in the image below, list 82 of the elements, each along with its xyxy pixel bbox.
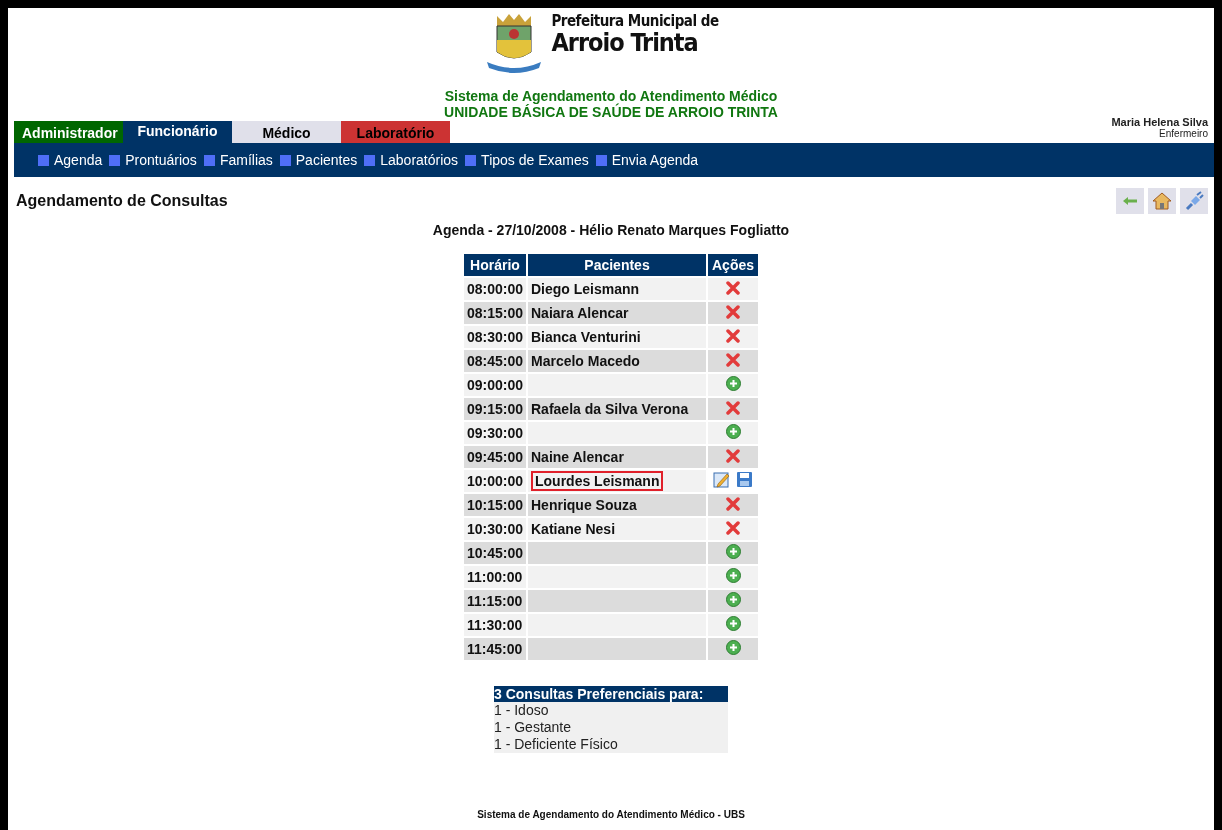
delete-icon[interactable] <box>726 448 740 463</box>
unit-title: UNIDADE BÁSICA DE SAÚDE DE ARROIO TRINTA <box>444 104 778 120</box>
org-name: Prefeitura Municipal de <box>551 12 719 30</box>
plug-button[interactable] <box>1180 188 1208 214</box>
time-cell: 10:45:00 <box>463 542 526 564</box>
role-tab[interactable]: Médico <box>232 121 341 143</box>
delete-icon[interactable] <box>726 304 740 319</box>
time-cell: 11:15:00 <box>463 590 526 612</box>
time-cell: 08:45:00 <box>463 350 526 372</box>
time-cell: 11:00:00 <box>463 566 526 588</box>
menu-link[interactable]: Tipos de Exames <box>481 152 589 168</box>
delete-icon[interactable] <box>726 400 740 415</box>
home-button[interactable] <box>1148 188 1176 214</box>
bullet-icon <box>109 154 121 166</box>
delete-icon[interactable] <box>726 328 740 343</box>
delete-icon[interactable] <box>726 352 740 367</box>
add-icon[interactable] <box>725 592 741 607</box>
user-name: Maria Helena Silva <box>1111 116 1208 128</box>
arrow-left-icon <box>1122 196 1138 206</box>
patient-cell: Katiane Nesi <box>528 518 706 540</box>
delete-icon[interactable] <box>726 520 740 535</box>
edit-icon[interactable] <box>713 471 730 488</box>
bullet-icon <box>595 154 607 166</box>
add-icon[interactable] <box>725 424 741 439</box>
bullet-icon <box>364 154 376 166</box>
time-cell: 09:45:00 <box>463 446 526 468</box>
patient-cell: Bianca Venturini <box>528 326 706 348</box>
add-icon[interactable] <box>725 568 741 583</box>
menu-link[interactable]: Agenda <box>54 152 103 168</box>
time-cell: 08:00:00 <box>463 278 526 300</box>
add-icon[interactable] <box>725 544 741 559</box>
footer-text: Sistema de Agendamento do Atendimento Médico - UBS <box>476 809 746 820</box>
bullet-icon <box>203 154 215 166</box>
add-icon[interactable] <box>725 376 741 391</box>
user-role: Enfermeiro <box>1159 128 1208 139</box>
system-title: Sistema de Agendamento do Atendimento Médico <box>444 88 778 104</box>
menu-link[interactable]: Prontuários <box>125 152 197 168</box>
bullet-icon <box>38 154 49 166</box>
time-cell: 11:45:00 <box>463 638 526 660</box>
plug-icon <box>1184 191 1204 211</box>
time-cell: 10:15:00 <box>463 494 526 516</box>
preferential-item: 1 - Gestante <box>494 719 573 736</box>
time-cell: 09:00:00 <box>463 374 526 396</box>
patient-cell: Rafaela da Silva Verona <box>528 398 706 420</box>
column-header: Horário <box>463 254 526 276</box>
bullet-icon <box>279 154 291 166</box>
save-icon[interactable] <box>736 471 753 488</box>
time-cell: 08:30:00 <box>463 326 526 348</box>
role-tab[interactable]: Administrador <box>14 121 123 143</box>
menu-link[interactable]: Famílias <box>219 152 273 168</box>
bullet-icon <box>465 154 477 166</box>
preferential-title: 3 Consultas Preferenciais para: <box>494 686 728 702</box>
page-title: Agendamento de Consultas <box>16 192 228 210</box>
preferential-item: 1 - Deficiente Físico <box>494 736 619 753</box>
menu-link[interactable]: Pacientes <box>295 152 358 168</box>
patient-cell: Marcelo Macedo <box>528 350 706 372</box>
back-button[interactable] <box>1116 188 1144 214</box>
column-header: Ações <box>708 254 759 276</box>
patient-cell: Diego Leismann <box>528 278 706 300</box>
agenda-title: Agenda - 27/10/2008 - Hélio Renato Marques Fogliatto <box>431 222 791 238</box>
add-icon[interactable] <box>725 640 741 655</box>
menu-link[interactable]: Laboratórios <box>380 152 459 168</box>
time-cell: 09:15:00 <box>463 398 526 420</box>
menu-link[interactable]: Envia Agenda <box>611 152 699 168</box>
delete-icon[interactable] <box>726 280 740 295</box>
column-header: Pacientes <box>528 254 706 276</box>
time-cell: 10:00:00 <box>463 470 526 492</box>
time-cell: 11:30:00 <box>463 614 526 636</box>
patient-cell: Henrique Souza <box>528 494 706 516</box>
patient-name-field[interactable]: Lourdes Leismann <box>531 471 664 491</box>
patient-cell: Naine Alencar <box>528 446 706 468</box>
time-cell: 10:30:00 <box>463 518 526 540</box>
preferential-item: 1 - Idoso <box>494 702 550 719</box>
house-icon <box>1152 192 1172 210</box>
role-tab[interactable]: Laboratório <box>341 121 450 143</box>
add-icon[interactable] <box>725 616 741 631</box>
city-name: Arroio Trinta <box>551 30 699 56</box>
delete-icon[interactable] <box>726 496 740 511</box>
time-cell: 08:15:00 <box>463 302 526 324</box>
time-cell: 09:30:00 <box>463 422 526 444</box>
role-tab[interactable]: Funcionário <box>123 121 232 143</box>
patient-cell: Naiara Alencar <box>528 302 706 324</box>
